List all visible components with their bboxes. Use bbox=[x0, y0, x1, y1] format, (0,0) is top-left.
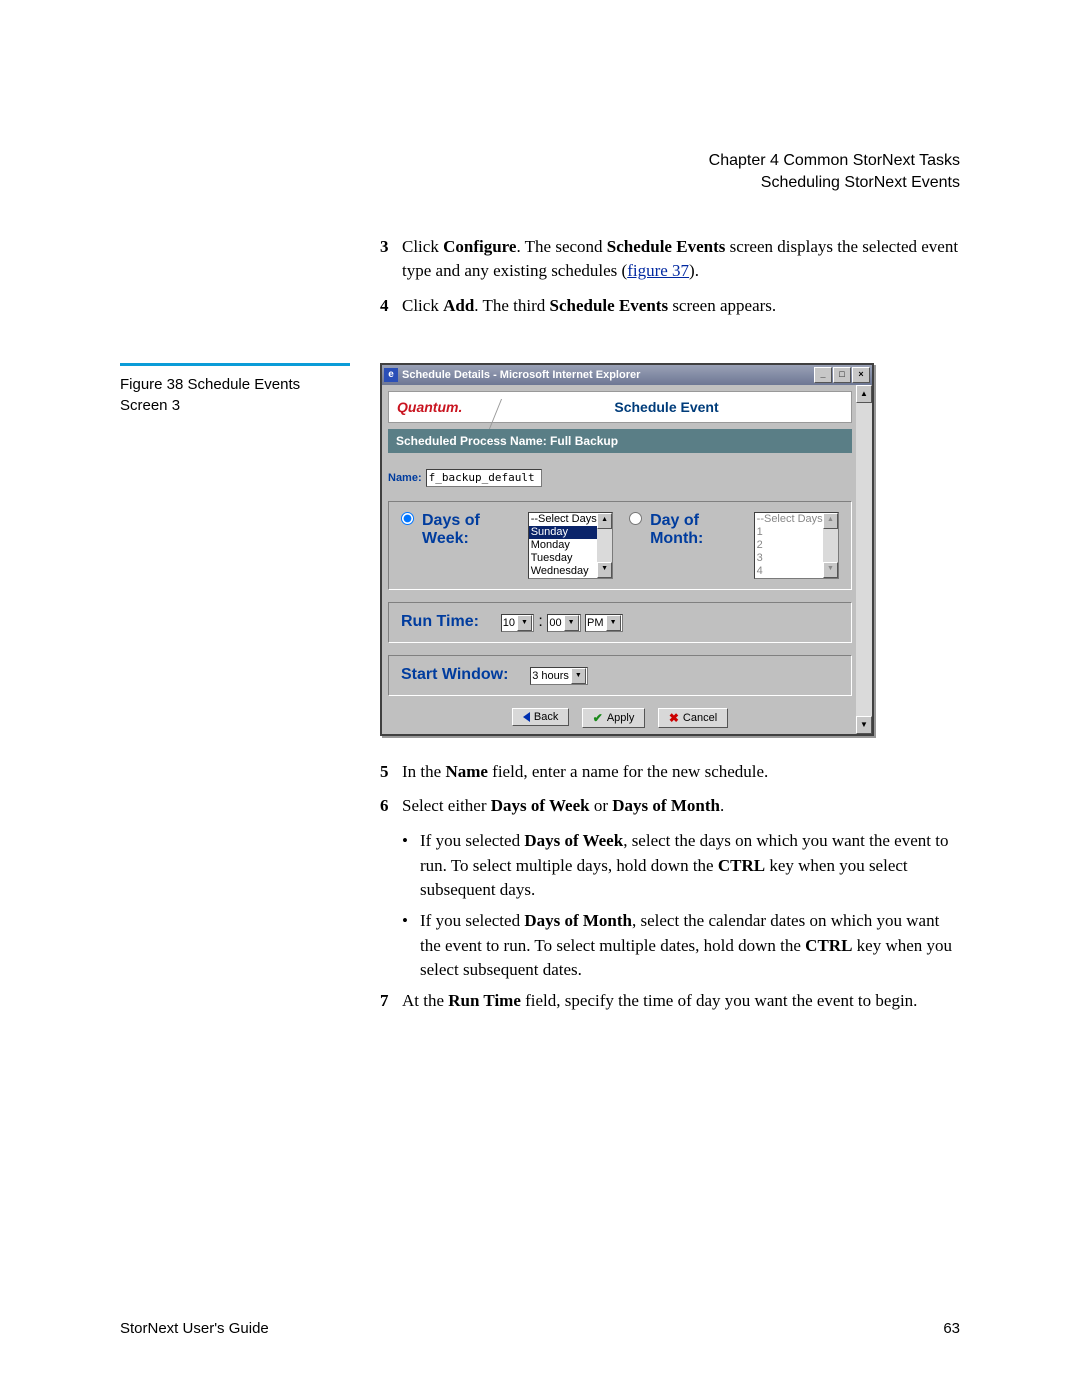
chevron-down-icon: ▼ bbox=[571, 668, 586, 684]
runtime-label: Run Time: bbox=[401, 613, 479, 630]
page-number: 63 bbox=[943, 1320, 960, 1337]
day-of-month-radio[interactable] bbox=[629, 512, 642, 525]
running-header: Chapter 4 Common StorNext Tasks Scheduli… bbox=[120, 150, 960, 195]
bullet-days-of-month: • If you selected Days of Month, select … bbox=[402, 909, 960, 983]
days-of-week-listbox[interactable]: --Select Days-- Sunday Monday Tuesday We… bbox=[528, 512, 613, 579]
days-of-week-label: Days of Week: bbox=[422, 512, 518, 548]
step-6: 6 Select either Days of Week or Days of … bbox=[380, 794, 960, 819]
ie-window: e Schedule Details - Microsoft Internet … bbox=[380, 363, 874, 736]
close-button[interactable]: × bbox=[852, 367, 870, 383]
figure-caption: Figure 38 Schedule Events Screen 3 bbox=[120, 363, 350, 416]
startwindow-label: Start Window: bbox=[401, 666, 508, 683]
panel-title: Schedule Event bbox=[482, 399, 851, 415]
x-icon: ✖ bbox=[669, 711, 679, 725]
chevron-down-icon: ▼ bbox=[517, 615, 532, 631]
step-4: 4 Click Add. The third Schedule Events s… bbox=[380, 294, 960, 319]
page-footer: StorNext User's Guide 63 bbox=[120, 1320, 960, 1337]
apply-button[interactable]: ✔Apply bbox=[582, 708, 646, 728]
minimize-button[interactable]: _ bbox=[814, 367, 832, 383]
startwindow-box: Start Window: 3 hours▼ bbox=[388, 655, 852, 696]
scroll-up-icon[interactable]: ▲ bbox=[856, 385, 872, 403]
section-line: Scheduling StorNext Events bbox=[120, 172, 960, 194]
listbox-scrollbar[interactable]: ▲ ▼ bbox=[597, 513, 612, 578]
name-row: Name: f_backup_default bbox=[388, 469, 852, 487]
maximize-button[interactable]: □ bbox=[833, 367, 851, 383]
check-icon: ✔ bbox=[593, 711, 603, 725]
scroll-up-icon[interactable]: ▲ bbox=[823, 513, 838, 529]
scroll-down-icon[interactable]: ▼ bbox=[597, 562, 612, 578]
quantum-logo: Quantum. bbox=[389, 399, 482, 415]
schedule-box: Days of Week: --Select Days-- Sunday Mon… bbox=[388, 501, 852, 590]
step-7: 7 At the Run Time field, specify the tim… bbox=[380, 989, 960, 1014]
chapter-line: Chapter 4 Common StorNext Tasks bbox=[120, 150, 960, 172]
day-of-month-listbox[interactable]: --Select Days-- 1 2 3 4 ▲ ▼ bbox=[754, 512, 839, 579]
startwindow-select[interactable]: 3 hours▼ bbox=[530, 667, 588, 685]
back-arrow-icon bbox=[523, 712, 530, 722]
button-row: Back ✔Apply ✖Cancel bbox=[388, 708, 852, 728]
day-of-month-label: Day of Month: bbox=[650, 512, 744, 548]
runtime-hour-select[interactable]: 10▼ bbox=[501, 614, 534, 632]
process-name-bar: Scheduled Process Name: Full Backup bbox=[388, 429, 852, 453]
ie-titlebar: e Schedule Details - Microsoft Internet … bbox=[382, 365, 872, 385]
days-of-week-group: Days of Week: --Select Days-- Sunday Mon… bbox=[401, 512, 613, 579]
day-of-month-group: Day of Month: --Select Days-- 1 2 3 4 bbox=[629, 512, 839, 579]
runtime-min-select[interactable]: 00▼ bbox=[547, 614, 580, 632]
ie-icon: e bbox=[384, 368, 398, 382]
runtime-box: Run Time: 10▼ : 00▼ PM▼ bbox=[388, 602, 852, 643]
days-of-week-radio[interactable] bbox=[401, 512, 414, 525]
name-field[interactable]: f_backup_default bbox=[426, 469, 542, 487]
figure-37-link[interactable]: figure 37 bbox=[627, 261, 689, 280]
back-button[interactable]: Back bbox=[512, 708, 569, 726]
scroll-down-icon[interactable]: ▼ bbox=[856, 716, 872, 734]
step-3: 3 Click Configure. The second Schedule E… bbox=[380, 235, 960, 284]
bullet-days-of-week: • If you selected Days of Week, select t… bbox=[402, 829, 960, 903]
window-title: Schedule Details - Microsoft Internet Ex… bbox=[402, 369, 814, 381]
step-5: 5 In the Name field, enter a name for th… bbox=[380, 760, 960, 785]
cancel-button[interactable]: ✖Cancel bbox=[658, 708, 728, 728]
scroll-up-icon[interactable]: ▲ bbox=[597, 513, 612, 529]
name-label: Name: bbox=[388, 472, 422, 484]
page-scrollbar[interactable]: ▲ ▼ bbox=[856, 385, 872, 734]
chevron-down-icon: ▼ bbox=[606, 615, 621, 631]
chevron-down-icon: ▼ bbox=[564, 615, 579, 631]
scroll-down-icon[interactable]: ▼ bbox=[823, 562, 838, 578]
runtime-ampm-select[interactable]: PM▼ bbox=[585, 614, 623, 632]
panel-header: Quantum. Schedule Event bbox=[388, 391, 852, 423]
guide-name: StorNext User's Guide bbox=[120, 1320, 269, 1337]
listbox-scrollbar[interactable]: ▲ ▼ bbox=[823, 513, 838, 578]
